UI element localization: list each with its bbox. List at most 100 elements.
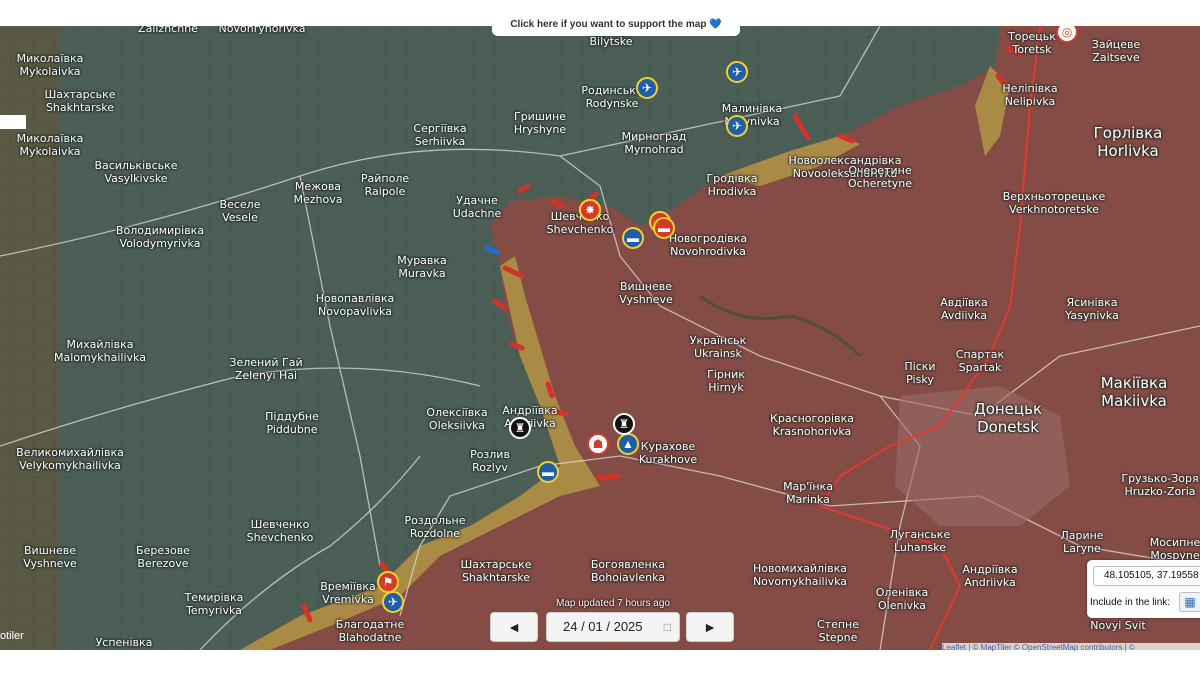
- airstrike-marker[interactable]: ✈: [726, 115, 748, 137]
- place-name-en: Piddubne: [266, 423, 318, 436]
- place-name-ua: Степне: [816, 618, 860, 631]
- place-label: Зелений Гай Zelenyi Hai: [229, 356, 302, 382]
- place-name-en: Novomykhailivka: [752, 575, 848, 588]
- place-name-en: Raipole: [364, 185, 406, 198]
- place-name-ua: Гришине: [513, 110, 567, 123]
- place-name-ua: Новомихайлівка: [752, 562, 848, 575]
- place-label: Макіївка Makiivka: [1101, 374, 1168, 410]
- place-name-ua: Курахове: [640, 440, 696, 453]
- place-name-ua: Розлив: [470, 448, 510, 461]
- place-name-en: Nelipivka: [1004, 95, 1056, 108]
- place-label: Грузько-Зоря Hruzko-Zoria: [1121, 472, 1198, 498]
- place-name-en: Serhiivka: [414, 135, 466, 148]
- place-name-ua: Донецьк: [973, 400, 1043, 418]
- place-name-en: Rozlyv: [472, 461, 508, 474]
- place-name-ua: Верхньоторецьке: [1002, 190, 1106, 203]
- place-label: Новомихайлівка Novomykhailivka: [753, 562, 847, 588]
- place-name-en: Bilytske: [589, 35, 633, 48]
- fortress-marker[interactable]: ♜: [509, 417, 531, 439]
- place-name-en: Kurakhove: [638, 453, 698, 466]
- place-label: Ясинівка Yasynivka: [1065, 296, 1119, 322]
- place-name-ua: Луганське: [889, 528, 951, 541]
- place-name-ua: Шевченко: [250, 518, 310, 531]
- airstrike-marker[interactable]: ✈: [726, 61, 748, 83]
- place-name-ua: Макіївка: [1100, 374, 1168, 392]
- place-name-ua: Успенівка: [95, 636, 153, 649]
- tank-marker[interactable]: ▬: [622, 227, 644, 249]
- place-name-en: Muravka: [398, 267, 446, 280]
- place-label: Зайцеве Zaitseve: [1092, 38, 1140, 64]
- place-name-en: Vesele: [222, 211, 258, 224]
- place-name-en: Zaitseve: [1092, 51, 1140, 64]
- fortress-marker[interactable]: ♜: [613, 413, 635, 435]
- place-name-en: Vremivka: [322, 593, 374, 606]
- map-canvas[interactable]: Zalizhchne Novohryhorivka Миколаївка Mykola…: [0, 26, 1200, 650]
- place-name-ua: Ларине: [1060, 529, 1104, 542]
- calendar-icon[interactable]: □: [664, 613, 671, 641]
- explosion-marker[interactable]: ✸: [579, 199, 601, 221]
- date-input[interactable]: 24 / 01 / 2025 □: [546, 612, 680, 642]
- place-label: Степне Stepne: [817, 618, 859, 644]
- place-name-en: Krasnohorivka: [772, 425, 852, 438]
- place-name-ua: Миколаївка: [16, 132, 84, 145]
- place-label: Novohryhorivka: [219, 26, 306, 35]
- place-name-ua: Роздольне: [404, 514, 466, 527]
- place-name-en: Mezhova: [293, 193, 343, 206]
- place-label: Гришине Hryshyne: [514, 110, 566, 136]
- place-name-ua: Удачне: [456, 194, 498, 207]
- fire-marker[interactable]: ▲: [617, 433, 639, 455]
- place-label: Ларине Laryne: [1060, 529, 1103, 555]
- place-name-en: Shevchenko: [246, 531, 314, 544]
- tank-marker[interactable]: ▬: [653, 217, 675, 239]
- place-label: Вишневе Vyshneve: [23, 544, 76, 570]
- place-name-en: Volodymyrivka: [119, 237, 201, 250]
- place-name-en: Shevchenko: [546, 223, 614, 236]
- next-date-button[interactable]: ►: [686, 612, 734, 642]
- place-label: Українськ Ukrainsk: [690, 334, 747, 360]
- place-label: Zalizhchne: [138, 26, 198, 35]
- coordinate-panel: 48.105105, 37.19558 Include in the link:…: [1087, 560, 1200, 618]
- place-name-ua: Темирівка: [184, 591, 244, 604]
- prev-date-button[interactable]: ◄: [490, 612, 538, 642]
- place-label: Оленівка Olenivka: [876, 586, 929, 612]
- place-label: Миколаївка Mykolaivka: [17, 52, 84, 78]
- place-label: Васильківське Vasylkivske: [94, 159, 177, 185]
- place-label: Сергіївка Serhiivka: [413, 122, 466, 148]
- place-name-ua: Спартак: [955, 348, 1005, 361]
- airstrike-marker[interactable]: ✈: [636, 77, 658, 99]
- place-label: Удачне Udachne: [453, 194, 502, 220]
- place-name-en: Bohoiavlenka: [590, 571, 665, 584]
- place-label: Веселе Vesele: [220, 198, 261, 224]
- place-label: Олексіївка Oleksiivka: [426, 406, 487, 432]
- place-name-en: Verkhnotoretske: [1009, 203, 1099, 216]
- coordinate-field[interactable]: 48.105105, 37.19558: [1093, 566, 1200, 586]
- place-name-ua: Шахтарське: [460, 558, 532, 571]
- support-banner[interactable]: Click here if you want to support the ma…: [492, 16, 740, 36]
- place-name-en: Yasynivka: [1065, 309, 1119, 322]
- chevron-left-icon: ◄: [507, 619, 521, 635]
- place-label: Березове Berezove: [136, 544, 190, 570]
- place-label: Миколаївка Mykolaivka: [17, 132, 84, 158]
- airstrike-marker[interactable]: ✈: [382, 591, 404, 613]
- place-label: Муравка Muravka: [397, 254, 447, 280]
- attribution[interactable]: Leaflet | © MapTiler © OpenStreetMap con…: [942, 643, 1200, 652]
- flag-marker[interactable]: ⚑: [377, 571, 399, 593]
- overlay-patch: [0, 115, 26, 129]
- place-label: Успенівка: [96, 636, 153, 649]
- place-name-ua: Novyi Svit: [1090, 619, 1146, 632]
- tank-marker[interactable]: ▬: [537, 461, 559, 483]
- place-name-ua: Богоявленка: [590, 558, 666, 571]
- place-label: Богоявленка Bohoiavlenka: [591, 558, 665, 584]
- place-label: Шахтарське Shakhtarske: [44, 88, 115, 114]
- maptiler-logo: otiler: [0, 630, 24, 642]
- place-name-en: Rozdolne: [409, 527, 461, 540]
- place-name-en: Novohrodivka: [670, 245, 746, 258]
- place-name-en: Horlivka: [1097, 142, 1159, 160]
- ghost-marker[interactable]: ☗: [587, 433, 609, 455]
- place-name-en: Marinka: [786, 493, 830, 506]
- place-name-en: Stepne: [818, 631, 858, 644]
- calendar-icon[interactable]: ▦: [1179, 592, 1200, 612]
- place-name-en: Novopavlivka: [318, 305, 392, 318]
- place-name-ua: Миколаївка: [16, 52, 84, 65]
- place-name-ua: Благодатне: [335, 618, 405, 631]
